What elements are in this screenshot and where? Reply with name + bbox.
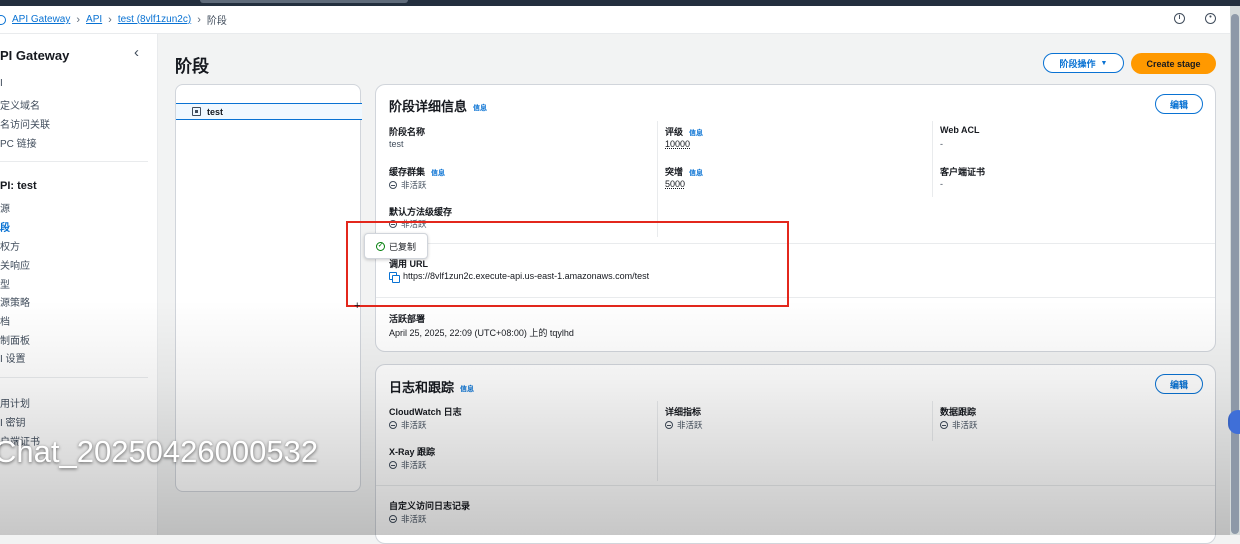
inactive-icon [940, 421, 948, 429]
xray-tracing-label: X-Ray 跟踪 [389, 447, 436, 457]
stage-actions-label: 阶段操作 [1059, 58, 1096, 69]
chevron-right-icon: › [108, 13, 112, 26]
sidebar-item-apis[interactable]: I [0, 78, 3, 89]
info-link[interactable]: 信息 [460, 386, 474, 393]
browser-tab[interactable] [200, 0, 408, 3]
sidebar-divider [0, 377, 148, 378]
column-divider [657, 121, 658, 237]
collapse-sidebar-icon[interactable]: ‹ [134, 44, 139, 61]
logs-tracing-card: 日志和跟踪 信息 编辑 CloudWatch 日志 非活跃 详细指标 非活跃 数据… [375, 364, 1216, 544]
api-gateway-logo-icon [0, 14, 6, 25]
sidebar-title: PI Gateway [0, 48, 70, 63]
logs-tracing-title: 日志和跟踪 信息 [389, 380, 475, 395]
breadcrumb: API Gateway › API › test (8vlf1zun2c) › … [0, 6, 1230, 34]
breadcrumb-current: 阶段 [206, 16, 227, 27]
inactive-icon [389, 421, 397, 429]
rate-value: 10000 [665, 139, 691, 149]
client-cert-value: - [940, 179, 943, 189]
breadcrumb-api[interactable]: API [86, 14, 102, 25]
web-acl-label: Web ACL [940, 125, 980, 135]
sidebar-item-dashboard[interactable]: 制面板 [0, 332, 30, 347]
stage-name-value: test [389, 139, 404, 149]
web-acl-value: - [940, 139, 943, 149]
floating-help-icon[interactable] [1228, 410, 1240, 434]
xray-tracing-status: 非活跃 [389, 459, 427, 471]
breadcrumb-api-test[interactable]: test (8vlf1zun2c) [118, 14, 191, 25]
stage-actions-button[interactable]: 阶段操作 ▼ [1043, 53, 1124, 73]
sidebar-item-api-settings[interactable]: I 设置 [0, 350, 26, 365]
sidebar-divider [0, 161, 148, 162]
check-circle-icon: ✓ [376, 241, 385, 251]
breadcrumb-api-gateway[interactable]: API Gateway [12, 14, 70, 25]
cache-cluster-status: 非活跃 [389, 179, 427, 191]
mouse-cursor-icon: + [354, 300, 361, 312]
method-cache-label: 默认方法级缓存 [389, 207, 453, 217]
rate-label: 评级 信息 [665, 127, 704, 137]
detailed-metrics-label: 详细指标 [665, 407, 702, 417]
burst-label: 突增 信息 [665, 167, 704, 177]
sidebar-item-resources[interactable]: 源 [0, 200, 10, 215]
client-cert-label: 客户端证书 [940, 167, 986, 177]
tree-item-test[interactable]: test [176, 103, 362, 120]
stage-details-title: 阶段详细信息 信息 [389, 99, 488, 114]
tree-item-label: test [207, 106, 224, 117]
active-deployment-label: 活跃部署 [389, 314, 426, 324]
sidebar-item-models[interactable]: 型 [0, 276, 10, 291]
data-trace-status: 非活跃 [940, 419, 978, 431]
sidebar-item-documentation[interactable]: 档 [0, 313, 10, 328]
sidebar-item-api-keys[interactable]: I 密钥 [0, 414, 26, 429]
page-title: 阶段 [175, 57, 209, 76]
sidebar-item-resource-policy[interactable]: 源策略 [0, 294, 30, 309]
stage-icon [192, 107, 201, 116]
toast-text: 已复制 [389, 241, 417, 252]
sidebar-item-custom-domains[interactable]: 定义域名 [0, 97, 40, 112]
inactive-icon [665, 421, 673, 429]
inactive-icon [389, 515, 397, 523]
stage-name-label: 阶段名称 [389, 127, 426, 137]
cache-cluster-label: 缓存群集 信息 [389, 167, 446, 177]
sidebar-item-gateway-responses[interactable]: 关响应 [0, 257, 30, 272]
column-divider [932, 121, 933, 197]
custom-access-log-label: 自定义访问日志记录 [389, 501, 471, 511]
scrollbar[interactable] [1230, 6, 1240, 535]
chevron-right-icon: › [197, 13, 201, 26]
inactive-icon [389, 461, 397, 469]
copied-toast: ✓ 已复制 [364, 233, 428, 259]
custom-access-log-status: 非活跃 [389, 513, 427, 525]
sidebar-item-vpc-links[interactable]: PC 链接 [0, 135, 37, 150]
chevron-right-icon: › [76, 13, 81, 26]
sidebar-item-usage-plans[interactable]: 用计划 [0, 395, 30, 410]
video-watermark: Chat_20250426000532 [0, 434, 319, 469]
edit-logs-button[interactable]: 编辑 [1155, 374, 1203, 394]
sidebar-item-domain-associations[interactable]: 名访问关联 [0, 116, 50, 131]
scrollbar-thumb[interactable] [1231, 14, 1239, 534]
column-divider [932, 401, 933, 441]
inactive-icon [389, 181, 397, 189]
edit-stage-button[interactable]: 编辑 [1155, 94, 1203, 114]
stage-tree: test [175, 84, 362, 492]
create-stage-button[interactable]: Create stage [1131, 53, 1216, 74]
info-icon[interactable]: i [1174, 13, 1185, 24]
burst-value: 5000 [665, 179, 686, 189]
caret-down-icon: ▼ [1100, 59, 1108, 67]
stage-details-card: 阶段详细信息 信息 编辑 阶段名称 test 评级 信息 10000 Web ACL… [375, 84, 1216, 352]
active-deployment-value: April 25, 2025, 22:09 (UTC+08:00) 上的 tqy… [389, 328, 574, 338]
cloudwatch-logs-label: CloudWatch 日志 [389, 407, 462, 417]
section-divider [376, 485, 1215, 486]
detailed-metrics-status: 非活跃 [665, 419, 703, 431]
sidebar-item-stages[interactable]: 段 [0, 219, 10, 234]
sidebar-item-authorizers[interactable]: 权方 [0, 238, 20, 253]
sidebar-api-header: PI: test [0, 180, 37, 192]
info-link[interactable]: 信息 [473, 105, 487, 112]
column-divider [657, 401, 658, 481]
data-trace-label: 数据跟踪 [940, 407, 977, 417]
settings-icon[interactable]: • [1205, 13, 1216, 24]
cloudwatch-logs-status: 非活跃 [389, 419, 427, 431]
